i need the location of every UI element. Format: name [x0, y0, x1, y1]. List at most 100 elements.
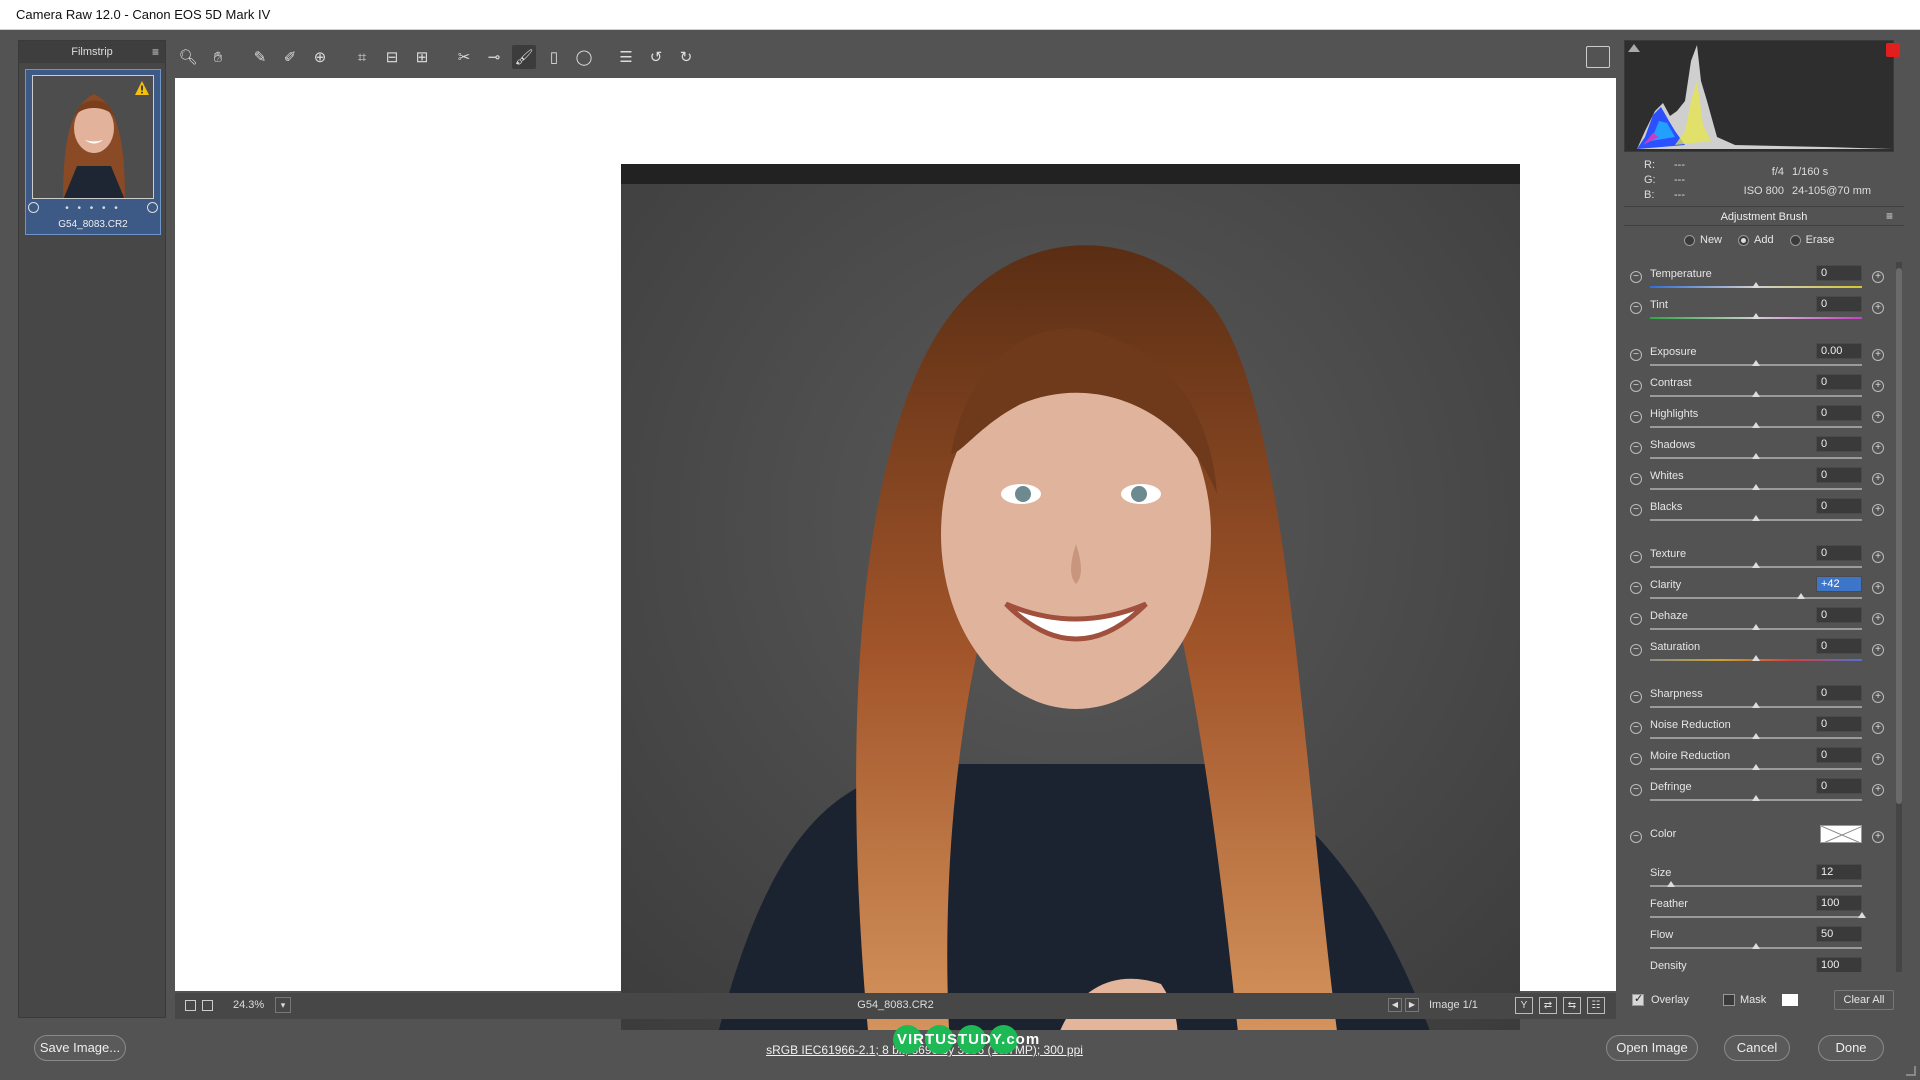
- moire-reduction-value-field[interactable]: 0: [1816, 747, 1862, 763]
- filmstrip-menu-icon[interactable]: ≡: [152, 41, 159, 63]
- tint-slider-thumb[interactable]: [1752, 313, 1760, 319]
- temperature-slider-thumb[interactable]: [1752, 282, 1760, 288]
- erase-radio[interactable]: [1789, 234, 1801, 246]
- flow-value-field[interactable]: 50: [1816, 926, 1862, 942]
- flow-slider-thumb[interactable]: [1752, 943, 1760, 949]
- previous-image-button[interactable]: ◀: [1388, 998, 1402, 1012]
- shadow-clipping-warning-icon[interactable]: [1628, 44, 1640, 52]
- cancel-button[interactable]: Cancel: [1724, 1035, 1790, 1061]
- next-image-button[interactable]: ▶: [1405, 998, 1419, 1012]
- mask-checkbox[interactable]: [1723, 994, 1735, 1006]
- size-value-field[interactable]: 12: [1816, 864, 1862, 880]
- color-plus-icon[interactable]: +: [1872, 831, 1884, 843]
- shadows-minus-icon[interactable]: −: [1630, 442, 1642, 454]
- blacks-plus-icon[interactable]: +: [1872, 504, 1884, 516]
- whites-plus-icon[interactable]: +: [1872, 473, 1884, 485]
- highlight-clipping-warning-icon[interactable]: [1886, 43, 1900, 57]
- copy-settings-icon[interactable]: ⇆: [1563, 997, 1581, 1014]
- texture-minus-icon[interactable]: −: [1630, 551, 1642, 563]
- highlights-plus-icon[interactable]: +: [1872, 411, 1884, 423]
- shadows-value-field[interactable]: 0: [1816, 436, 1862, 452]
- image-canvas[interactable]: [175, 78, 1616, 1062]
- targeted-adjustment-tool-icon[interactable]: ⊕: [308, 45, 332, 69]
- highlights-slider-thumb[interactable]: [1752, 422, 1760, 428]
- adjustment-brush-tool-icon[interactable]: 🖌︎: [512, 45, 536, 69]
- contrast-minus-icon[interactable]: −: [1630, 380, 1642, 392]
- rating-dots[interactable]: • • • • •: [26, 203, 160, 214]
- noise-reduction-slider-thumb[interactable]: [1752, 733, 1760, 739]
- before-after-icon[interactable]: Y: [1515, 997, 1533, 1014]
- mode-add[interactable]: Add: [1738, 234, 1774, 246]
- tint-minus-icon[interactable]: −: [1630, 302, 1642, 314]
- spot-removal-tool-icon[interactable]: ✂: [452, 45, 476, 69]
- scrollbar-thumb[interactable]: [1896, 268, 1902, 804]
- whites-minus-icon[interactable]: −: [1630, 473, 1642, 485]
- dehaze-plus-icon[interactable]: +: [1872, 613, 1884, 625]
- filmstrip-thumbnail[interactable]: • • • • • G54_8083.CR2: [25, 69, 161, 235]
- color-sampler-tool-icon[interactable]: ✐: [278, 45, 302, 69]
- fullscreen-toggle-icon[interactable]: [1586, 46, 1610, 68]
- texture-plus-icon[interactable]: +: [1872, 551, 1884, 563]
- noise-reduction-plus-icon[interactable]: +: [1872, 722, 1884, 734]
- contrast-value-field[interactable]: 0: [1816, 374, 1862, 390]
- texture-value-field[interactable]: 0: [1816, 545, 1862, 561]
- exposure-minus-icon[interactable]: −: [1630, 349, 1642, 361]
- temperature-value-field[interactable]: 0: [1816, 265, 1862, 281]
- sharpness-value-field[interactable]: 0: [1816, 685, 1862, 701]
- panel-menu-icon[interactable]: ≡: [1886, 209, 1893, 223]
- white-balance-tool-icon[interactable]: ✎: [248, 45, 272, 69]
- saturation-slider-thumb[interactable]: [1752, 655, 1760, 661]
- contrast-plus-icon[interactable]: +: [1872, 380, 1884, 392]
- noise-reduction-minus-icon[interactable]: −: [1630, 722, 1642, 734]
- rotate-right-icon[interactable]: ↻: [674, 45, 698, 69]
- hand-tool-icon[interactable]: ✋︎: [206, 45, 230, 69]
- feather-slider-track[interactable]: [1650, 916, 1862, 918]
- exposure-slider-thumb[interactable]: [1752, 360, 1760, 366]
- dehaze-minus-icon[interactable]: −: [1630, 613, 1642, 625]
- clear-all-button[interactable]: Clear All: [1834, 990, 1894, 1010]
- defringe-minus-icon[interactable]: −: [1630, 784, 1642, 796]
- add-radio[interactable]: [1738, 234, 1750, 246]
- clarity-value-field[interactable]: +42: [1816, 576, 1862, 592]
- temperature-plus-icon[interactable]: +: [1872, 271, 1884, 283]
- resize-grip-icon[interactable]: [1906, 1066, 1916, 1076]
- clarity-minus-icon[interactable]: −: [1630, 582, 1642, 594]
- feather-slider-thumb[interactable]: [1858, 912, 1866, 918]
- graduated-filter-tool-icon[interactable]: ▯: [542, 45, 566, 69]
- defringe-slider-thumb[interactable]: [1752, 795, 1760, 801]
- size-slider-track[interactable]: [1650, 885, 1862, 887]
- tint-plus-icon[interactable]: +: [1872, 302, 1884, 314]
- moire-reduction-plus-icon[interactable]: +: [1872, 753, 1884, 765]
- shadows-plus-icon[interactable]: +: [1872, 442, 1884, 454]
- temperature-minus-icon[interactable]: −: [1630, 271, 1642, 283]
- noise-reduction-value-field[interactable]: 0: [1816, 716, 1862, 732]
- defringe-plus-icon[interactable]: +: [1872, 784, 1884, 796]
- moire-reduction-minus-icon[interactable]: −: [1630, 753, 1642, 765]
- color-minus-icon[interactable]: −: [1630, 831, 1642, 843]
- mode-new[interactable]: New: [1684, 234, 1722, 246]
- open-image-button[interactable]: Open Image: [1606, 1035, 1698, 1061]
- blacks-minus-icon[interactable]: −: [1630, 504, 1642, 516]
- clarity-slider-track[interactable]: [1650, 597, 1862, 599]
- blacks-value-field[interactable]: 0: [1816, 498, 1862, 514]
- color-swatch[interactable]: [1820, 825, 1862, 843]
- size-slider-thumb[interactable]: [1667, 881, 1676, 887]
- dehaze-slider-thumb[interactable]: [1752, 624, 1760, 630]
- texture-slider-thumb[interactable]: [1752, 562, 1760, 568]
- feather-value-field[interactable]: 100: [1816, 895, 1862, 911]
- blacks-slider-thumb[interactable]: [1752, 515, 1760, 521]
- rotate-left-icon[interactable]: ↺: [644, 45, 668, 69]
- tint-value-field[interactable]: 0: [1816, 296, 1862, 312]
- preview-photo[interactable]: [621, 164, 1520, 1062]
- swap-settings-icon[interactable]: ⇄: [1539, 997, 1557, 1014]
- exposure-plus-icon[interactable]: +: [1872, 349, 1884, 361]
- done-button[interactable]: Done: [1818, 1035, 1884, 1061]
- whites-slider-thumb[interactable]: [1752, 484, 1760, 490]
- transform-tool-icon[interactable]: ⊞: [410, 45, 434, 69]
- crop-tool-icon[interactable]: ⌗: [350, 45, 374, 69]
- highlights-minus-icon[interactable]: −: [1630, 411, 1642, 423]
- new-radio[interactable]: [1684, 234, 1695, 246]
- sharpness-slider-thumb[interactable]: [1752, 702, 1760, 708]
- mask-color-swatch[interactable]: [1782, 994, 1798, 1006]
- panel-scrollbar[interactable]: [1896, 262, 1902, 972]
